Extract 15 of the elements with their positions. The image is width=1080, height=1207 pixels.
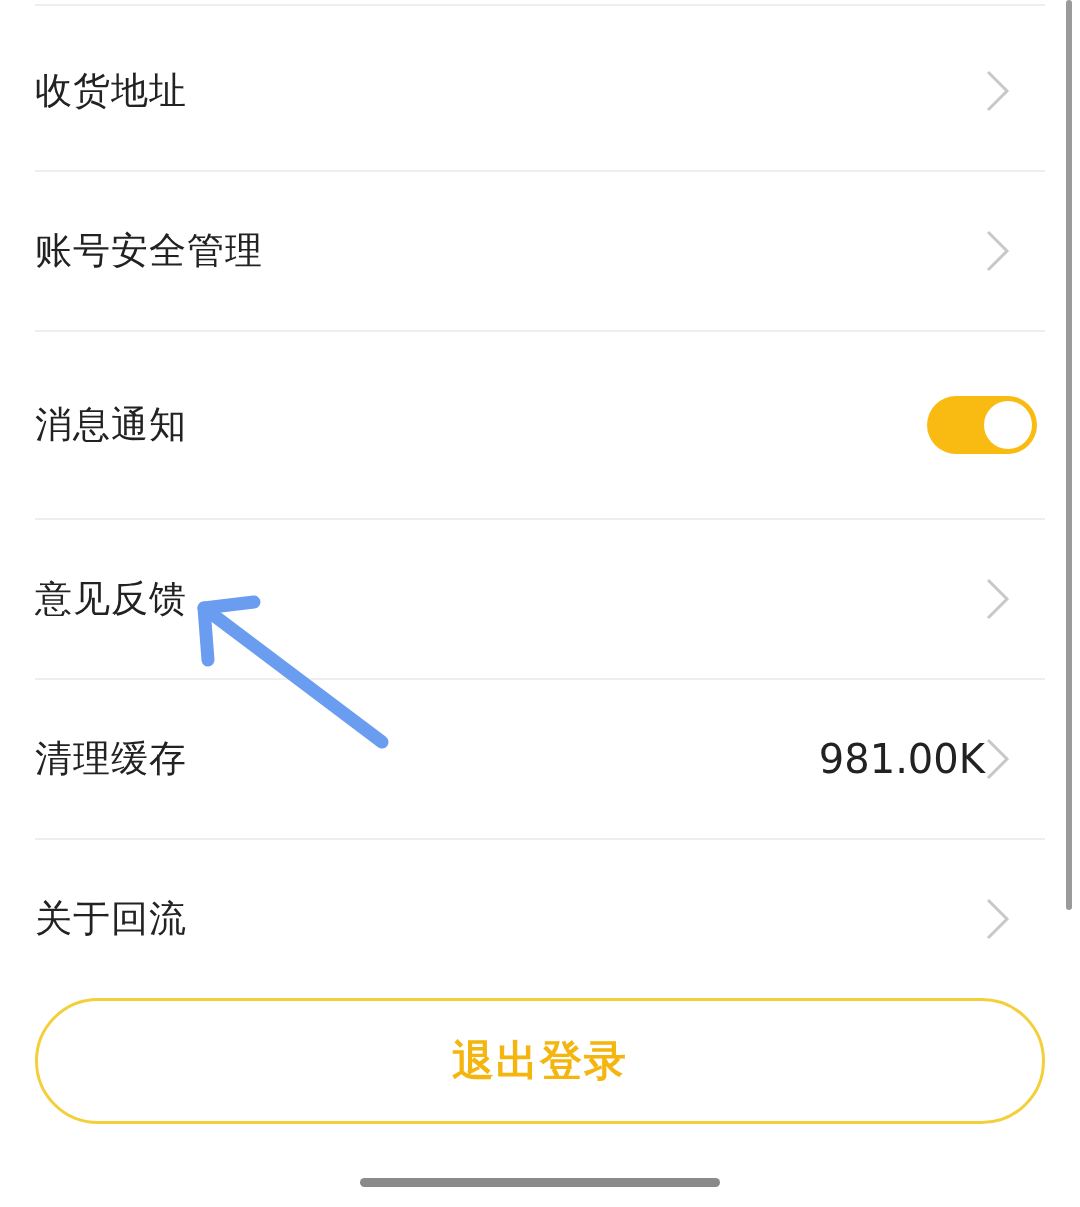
chevron-right-icon	[985, 69, 1011, 113]
scrollbar[interactable]	[1066, 0, 1072, 910]
home-indicator[interactable]	[360, 1178, 720, 1187]
cache-size: 981.00K	[818, 736, 985, 782]
setting-label[interactable]: 消息通知	[35, 400, 187, 450]
setting-label[interactable]: 意见反馈	[35, 574, 187, 624]
chevron-right-icon	[985, 737, 1011, 781]
chevron-right-icon	[985, 897, 1011, 941]
setting-label[interactable]: 清理缓存	[35, 734, 187, 784]
chevron-right-icon	[985, 577, 1011, 621]
setting-label[interactable]: 关于回流	[35, 894, 187, 944]
toggle-switch[interactable]	[927, 396, 1037, 454]
setting-label[interactable]: 收货地址	[35, 66, 187, 116]
setting-label[interactable]: 账号安全管理	[35, 226, 263, 276]
chevron-right-icon	[985, 229, 1011, 273]
